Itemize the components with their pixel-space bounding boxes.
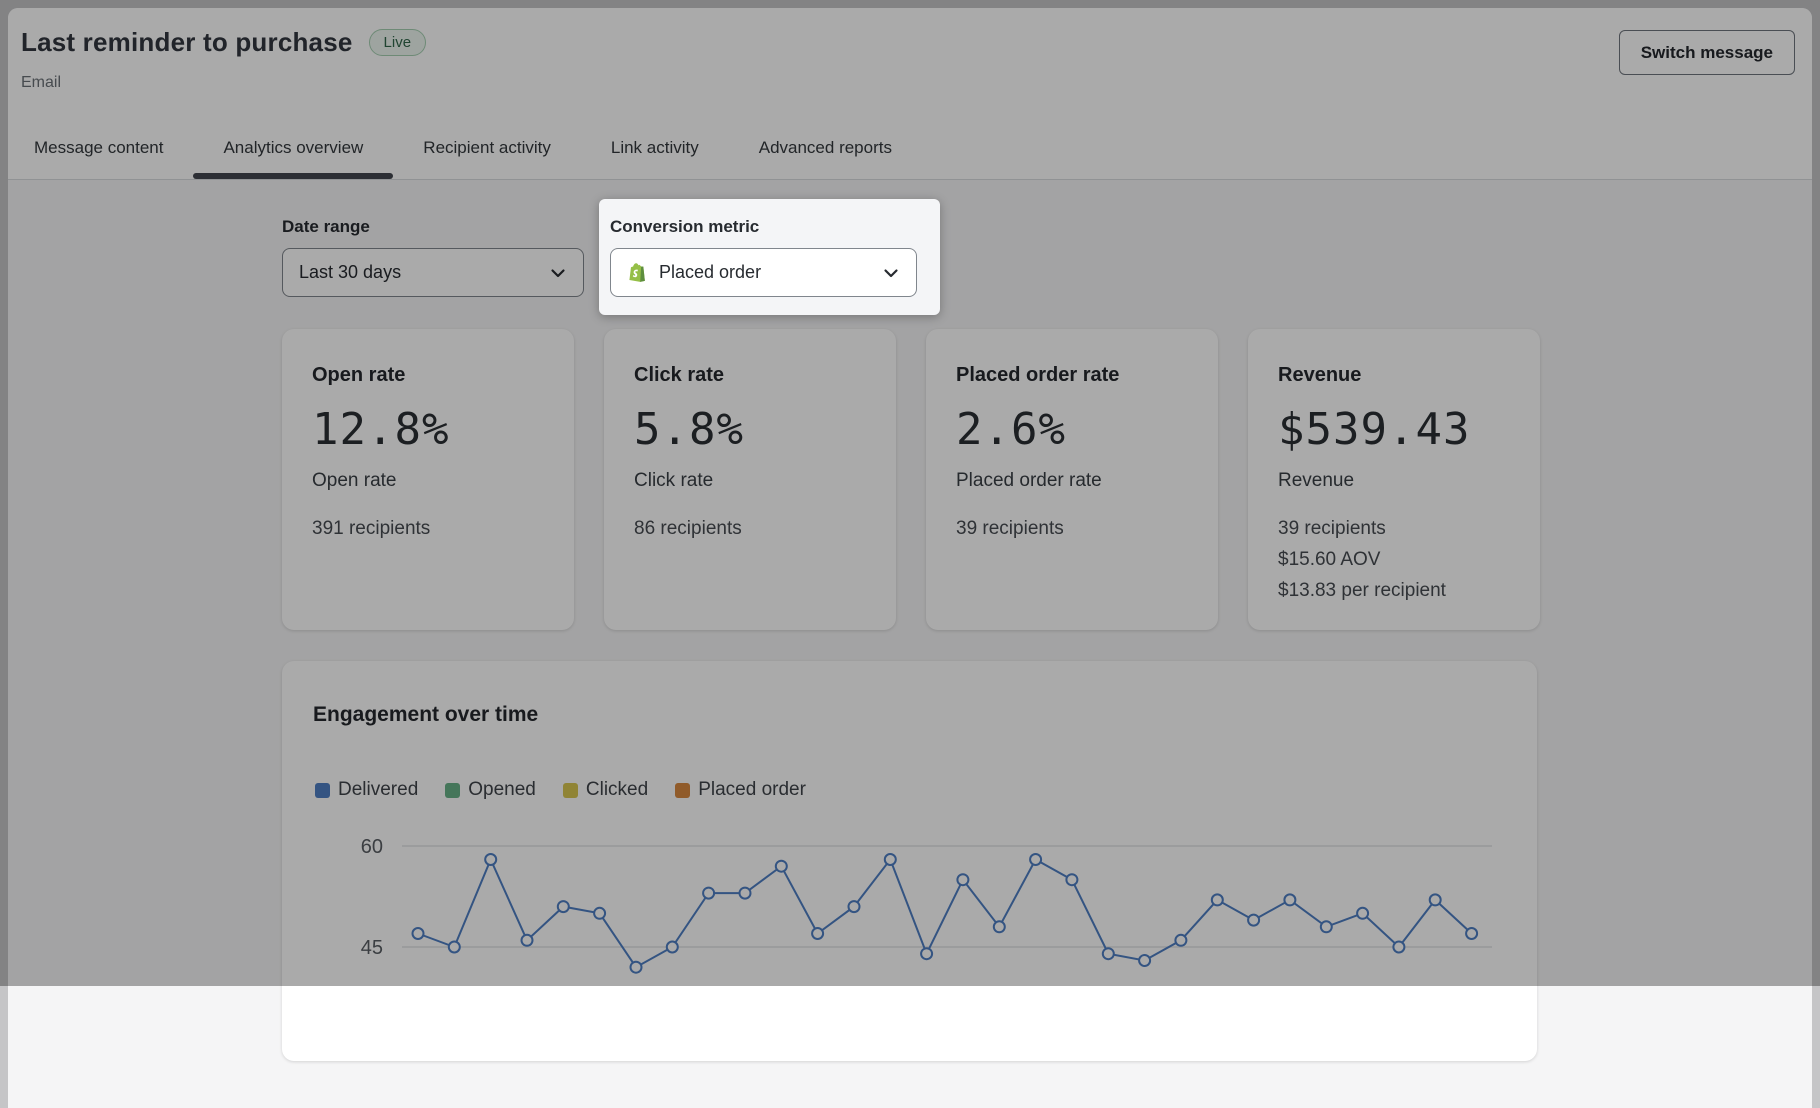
metric-card-sublabel: Open rate (312, 470, 544, 492)
legend-swatch-icon (563, 783, 578, 798)
shopify-icon (628, 262, 647, 283)
switch-message-button[interactable]: Switch message (1619, 30, 1795, 75)
tab-analytics-overview[interactable]: Analytics overview (193, 116, 393, 179)
tab-message-content[interactable]: Message content (8, 116, 193, 179)
date-range-select[interactable]: Last 30 days (282, 248, 584, 297)
metric-card-open-rate: Open rate 12.8% Open rate 391 recipients (282, 329, 574, 630)
page-header: Last reminder to purchase Live Email Swi… (8, 8, 1812, 180)
analytics-overview-content: Date range Last 30 days Conversion metri… (8, 217, 1812, 1061)
date-range-filter: Date range Last 30 days (282, 217, 584, 297)
tab-recipient-activity[interactable]: Recipient activity (393, 116, 581, 179)
metric-card-title: Open rate (312, 364, 544, 387)
chart-title: Engagement over time (313, 704, 1537, 726)
conversion-metric-select[interactable]: Placed order (610, 248, 917, 297)
metric-card-detail-line: 86 recipients (634, 519, 866, 538)
svg-text:45: 45 (361, 937, 383, 959)
chevron-down-icon (882, 264, 900, 282)
engagement-chart-card: Engagement over time Delivered Opened Clic… (282, 661, 1537, 1061)
legend-item-opened[interactable]: Opened (445, 779, 536, 801)
metric-card-detail-line: 39 recipients (956, 519, 1188, 538)
legend-label: Placed order (698, 779, 806, 801)
metric-card-detail-line: 39 recipients (1278, 519, 1510, 538)
metric-card-placed-order-rate: Placed order rate 2.6% Placed order rate 39… (926, 329, 1218, 630)
conversion-metric-value: Placed order (659, 262, 761, 283)
legend-item-placed-order[interactable]: Placed order (675, 779, 806, 801)
metric-card-detail-line: $13.83 per recipient (1278, 581, 1510, 600)
metric-card-sublabel: Click rate (634, 470, 866, 492)
metric-card-value: 5.8% (634, 404, 866, 455)
date-range-label: Date range (282, 217, 584, 237)
metric-card-title: Click rate (634, 364, 866, 387)
chevron-down-icon (549, 264, 567, 282)
legend-swatch-icon (445, 783, 460, 798)
legend-label: Opened (468, 779, 536, 801)
chart-legend: Delivered Opened Clicked Placed order (315, 779, 1537, 801)
metric-card-details: 39 recipients (956, 519, 1188, 538)
tab-advanced-reports[interactable]: Advanced reports (729, 116, 922, 179)
status-badge: Live (369, 29, 427, 56)
metric-card-sublabel: Placed order rate (956, 470, 1188, 492)
metric-card-click-rate: Click rate 5.8% Click rate 86 recipients (604, 329, 896, 630)
filters-row: Date range Last 30 days Conversion metri… (282, 217, 1812, 297)
metric-card-details: 39 recipients $15.60 AOV $13.83 per recipi… (1278, 519, 1510, 600)
legend-label: Clicked (586, 779, 648, 801)
metric-card-revenue: Revenue $539.43 Revenue 39 recipients $15.60… (1248, 329, 1540, 630)
legend-label: Delivered (338, 779, 418, 801)
metric-card-detail-line: $15.60 AOV (1278, 550, 1510, 569)
metric-card-value: 12.8% (312, 404, 544, 455)
date-range-value: Last 30 days (299, 262, 401, 283)
metric-card-detail-line: 391 recipients (312, 519, 544, 538)
svg-text:60: 60 (361, 836, 383, 858)
conversion-metric-label: Conversion metric (610, 217, 917, 237)
metric-card-title: Revenue (1278, 364, 1510, 387)
metric-card-value: 2.6% (956, 404, 1188, 455)
tab-bar: Message contentAnalytics overviewRecipie… (8, 116, 1812, 179)
legend-swatch-icon (315, 783, 330, 798)
metric-card-sublabel: Revenue (1278, 470, 1510, 492)
legend-swatch-icon (675, 783, 690, 798)
channel-label: Email (21, 74, 1812, 92)
metric-card-details: 86 recipients (634, 519, 866, 538)
metric-card-details: 391 recipients (312, 519, 544, 538)
app-panel: Last reminder to purchase Live Email Swi… (8, 8, 1812, 1108)
page-title: Last reminder to purchase (21, 27, 353, 58)
engagement-line-chart[interactable]: 60 45 (282, 825, 1537, 1065)
metric-card-value: $539.43 (1278, 404, 1510, 455)
metric-card-title: Placed order rate (956, 364, 1188, 387)
metric-cards-row: Open rate 12.8% Open rate 391 recipients Cli… (282, 329, 1812, 630)
conversion-metric-spotlight: Conversion metric Placed order (610, 217, 917, 297)
legend-item-delivered[interactable]: Delivered (315, 779, 418, 801)
tab-link-activity[interactable]: Link activity (581, 116, 729, 179)
legend-item-clicked[interactable]: Clicked (563, 779, 648, 801)
